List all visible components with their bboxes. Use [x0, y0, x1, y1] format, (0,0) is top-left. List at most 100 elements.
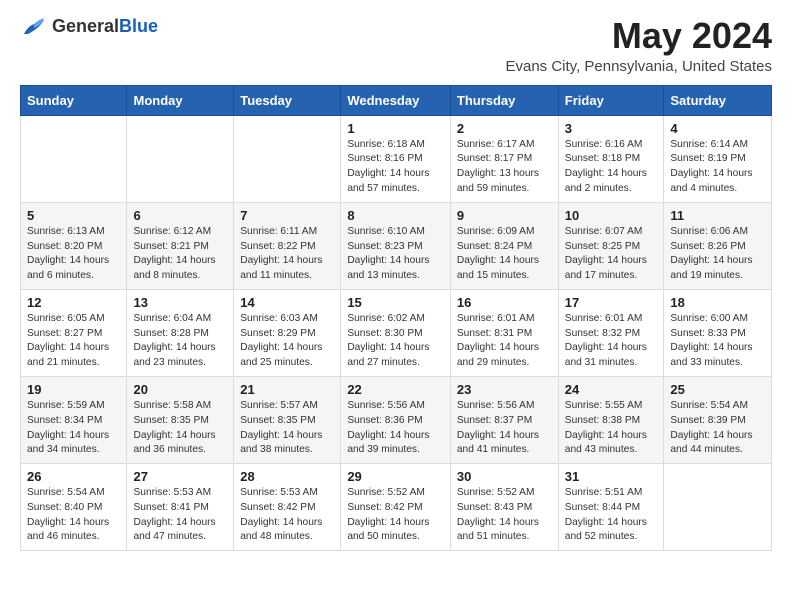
cell-text: Sunrise: 6:12 AM Sunset: 8:21 PM Dayligh… — [133, 225, 227, 284]
calendar-day-28: 28 Sunrise: 5:53 AM Sunset: 8:42 PM Dayli… — [234, 464, 341, 551]
day-number: 15 — [347, 295, 444, 310]
logo-bird-icon — [20, 16, 48, 38]
calendar-header-row: SundayMondayTuesdayWednesdayThursdayFrid… — [21, 85, 772, 115]
cell-text: Sunrise: 5:54 AM Sunset: 8:39 PM Dayligh… — [670, 399, 765, 458]
cell-text: Sunrise: 6:14 AM Sunset: 8:19 PM Dayligh… — [670, 138, 765, 197]
day-number: 19 — [27, 382, 120, 397]
calendar-day-8: 8Sunrise: 6:10 AM Sunset: 8:23 PM Daylig… — [341, 202, 451, 289]
calendar-empty-cell — [664, 464, 772, 551]
calendar-day-26: 26 Sunrise: 5:54 AM Sunset: 8:40 PM Dayli… — [21, 464, 127, 551]
day-number: 28 — [240, 469, 334, 484]
calendar-day-6: 6 Sunrise: 6:12 AM Sunset: 8:21 PM Daylig… — [127, 202, 234, 289]
logo-text-blue: Blue — [119, 16, 158, 36]
calendar-day-4: 4Sunrise: 6:14 AM Sunset: 8:19 PM Daylig… — [664, 115, 772, 202]
day-number: 13 — [133, 295, 227, 310]
cell-text: Sunrise: 5:57 AM Sunset: 8:35 PM Dayligh… — [240, 399, 334, 458]
calendar-week-row: 19 Sunrise: 5:59 AM Sunset: 8:34 PM Dayli… — [21, 376, 772, 463]
day-number: 3 — [565, 121, 658, 136]
day-number: 25 — [670, 382, 765, 397]
calendar-week-row: 12Sunrise: 6:05 AM Sunset: 8:27 PM Dayli… — [21, 289, 772, 376]
cell-text: Sunrise: 6:18 AM Sunset: 8:16 PM Dayligh… — [347, 138, 444, 197]
calendar-day-14: 14 Sunrise: 6:03 AM Sunset: 8:29 PM Dayli… — [234, 289, 341, 376]
cell-text: Sunrise: 6:09 AM Sunset: 8:24 PM Dayligh… — [457, 225, 552, 284]
day-number: 9 — [457, 208, 552, 223]
calendar-day-30: 30 Sunrise: 5:52 AM Sunset: 8:43 PM Dayli… — [450, 464, 558, 551]
day-number: 1 — [347, 121, 444, 136]
cell-text: Sunrise: 5:52 AM Sunset: 8:43 PM Dayligh… — [457, 486, 552, 545]
calendar-day-29: 29Sunrise: 5:52 AM Sunset: 8:42 PM Dayli… — [341, 464, 451, 551]
header-tuesday: Tuesday — [234, 85, 341, 115]
header-wednesday: Wednesday — [341, 85, 451, 115]
day-number: 29 — [347, 469, 444, 484]
day-number: 17 — [565, 295, 658, 310]
calendar-day-2: 2 Sunrise: 6:17 AM Sunset: 8:17 PM Daylig… — [450, 115, 558, 202]
day-number: 14 — [240, 295, 334, 310]
day-number: 8 — [347, 208, 444, 223]
cell-text: Sunrise: 5:56 AM Sunset: 8:36 PM Dayligh… — [347, 399, 444, 458]
calendar-day-5: 5 Sunrise: 6:13 AM Sunset: 8:20 PM Daylig… — [21, 202, 127, 289]
day-number: 10 — [565, 208, 658, 223]
cell-text: Sunrise: 6:07 AM Sunset: 8:25 PM Dayligh… — [565, 225, 658, 284]
calendar-day-11: 11 Sunrise: 6:06 AM Sunset: 8:26 PM Dayli… — [664, 202, 772, 289]
cell-text: Sunrise: 6:16 AM Sunset: 8:18 PM Dayligh… — [565, 138, 658, 197]
day-number: 2 — [457, 121, 552, 136]
day-number: 18 — [670, 295, 765, 310]
calendar-day-23: 23Sunrise: 5:56 AM Sunset: 8:37 PM Dayli… — [450, 376, 558, 463]
calendar-day-9: 9 Sunrise: 6:09 AM Sunset: 8:24 PM Daylig… — [450, 202, 558, 289]
day-number: 26 — [27, 469, 120, 484]
calendar-day-1: 1 Sunrise: 6:18 AM Sunset: 8:16 PM Daylig… — [341, 115, 451, 202]
cell-text: Sunrise: 6:11 AM Sunset: 8:22 PM Dayligh… — [240, 225, 334, 284]
cell-text: Sunrise: 5:59 AM Sunset: 8:34 PM Dayligh… — [27, 399, 120, 458]
calendar-empty-cell — [127, 115, 234, 202]
cell-text: Sunrise: 6:00 AM Sunset: 8:33 PM Dayligh… — [670, 312, 765, 371]
cell-text: Sunrise: 6:13 AM Sunset: 8:20 PM Dayligh… — [27, 225, 120, 284]
calendar-day-12: 12Sunrise: 6:05 AM Sunset: 8:27 PM Dayli… — [21, 289, 127, 376]
calendar-week-row: 26 Sunrise: 5:54 AM Sunset: 8:40 PM Dayli… — [21, 464, 772, 551]
cell-text: Sunrise: 5:53 AM Sunset: 8:42 PM Dayligh… — [240, 486, 334, 545]
cell-text: Sunrise: 5:51 AM Sunset: 8:44 PM Dayligh… — [565, 486, 658, 545]
header-thursday: Thursday — [450, 85, 558, 115]
day-number: 7 — [240, 208, 334, 223]
calendar-day-20: 20 Sunrise: 5:58 AM Sunset: 8:35 PM Dayli… — [127, 376, 234, 463]
day-number: 30 — [457, 469, 552, 484]
calendar-day-3: 3 Sunrise: 6:16 AM Sunset: 8:18 PM Daylig… — [558, 115, 664, 202]
header-saturday: Saturday — [664, 85, 772, 115]
logo: GeneralBlue — [20, 16, 158, 38]
calendar-day-13: 13Sunrise: 6:04 AM Sunset: 8:28 PM Dayli… — [127, 289, 234, 376]
cell-text: Sunrise: 6:01 AM Sunset: 8:31 PM Dayligh… — [457, 312, 552, 371]
cell-text: Sunrise: 6:02 AM Sunset: 8:30 PM Dayligh… — [347, 312, 444, 371]
day-number: 22 — [347, 382, 444, 397]
cell-text: Sunrise: 5:58 AM Sunset: 8:35 PM Dayligh… — [133, 399, 227, 458]
cell-text: Sunrise: 5:54 AM Sunset: 8:40 PM Dayligh… — [27, 486, 120, 545]
calendar-day-16: 16 Sunrise: 6:01 AM Sunset: 8:31 PM Dayli… — [450, 289, 558, 376]
calendar-day-15: 15 Sunrise: 6:02 AM Sunset: 8:30 PM Dayli… — [341, 289, 451, 376]
cell-text: Sunrise: 6:03 AM Sunset: 8:29 PM Dayligh… — [240, 312, 334, 371]
calendar-day-24: 24Sunrise: 5:55 AM Sunset: 8:38 PM Dayli… — [558, 376, 664, 463]
calendar-day-18: 18 Sunrise: 6:00 AM Sunset: 8:33 PM Dayli… — [664, 289, 772, 376]
title-area: May 2024 Evans City, Pennsylvania, Unite… — [505, 16, 772, 75]
calendar-day-31: 31Sunrise: 5:51 AM Sunset: 8:44 PM Dayli… — [558, 464, 664, 551]
calendar-week-row: 1 Sunrise: 6:18 AM Sunset: 8:16 PM Daylig… — [21, 115, 772, 202]
header-sunday: Sunday — [21, 85, 127, 115]
day-number: 11 — [670, 208, 765, 223]
calendar-day-10: 10 Sunrise: 6:07 AM Sunset: 8:25 PM Dayli… — [558, 202, 664, 289]
calendar-day-17: 17Sunrise: 6:01 AM Sunset: 8:32 PM Dayli… — [558, 289, 664, 376]
cell-text: Sunrise: 6:05 AM Sunset: 8:27 PM Dayligh… — [27, 312, 120, 371]
day-number: 5 — [27, 208, 120, 223]
calendar-day-19: 19 Sunrise: 5:59 AM Sunset: 8:34 PM Dayli… — [21, 376, 127, 463]
cell-text: Sunrise: 6:17 AM Sunset: 8:17 PM Dayligh… — [457, 138, 552, 197]
header-friday: Friday — [558, 85, 664, 115]
day-number: 16 — [457, 295, 552, 310]
day-number: 21 — [240, 382, 334, 397]
day-number: 6 — [133, 208, 227, 223]
calendar-day-27: 27Sunrise: 5:53 AM Sunset: 8:41 PM Dayli… — [127, 464, 234, 551]
cell-text: Sunrise: 6:06 AM Sunset: 8:26 PM Dayligh… — [670, 225, 765, 284]
header-monday: Monday — [127, 85, 234, 115]
calendar-week-row: 5 Sunrise: 6:13 AM Sunset: 8:20 PM Daylig… — [21, 202, 772, 289]
main-title: May 2024 — [505, 16, 772, 56]
cell-text: Sunrise: 5:55 AM Sunset: 8:38 PM Dayligh… — [565, 399, 658, 458]
day-number: 23 — [457, 382, 552, 397]
day-number: 27 — [133, 469, 227, 484]
calendar-empty-cell — [234, 115, 341, 202]
day-number: 20 — [133, 382, 227, 397]
